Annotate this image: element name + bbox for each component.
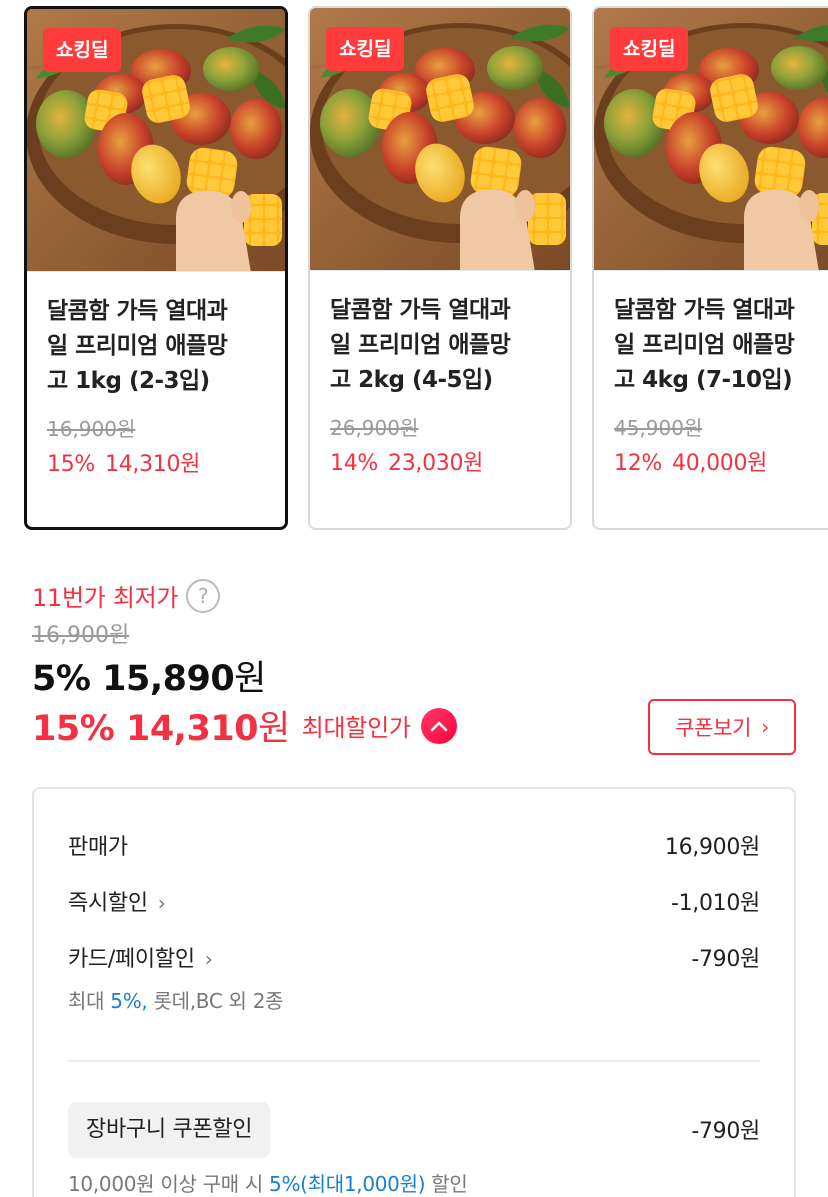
chevron-up-circle-icon[interactable] [420, 707, 457, 744]
currency-unit: 원 [234, 659, 266, 699]
cart-coupon-note: 10,000원 이상 구매 시 5%(최대1,000원) 할인 [68, 1168, 468, 1197]
chevron-right-icon: › [761, 715, 769, 739]
discount-rate: 14% [330, 451, 378, 476]
row-label: 즉시할인 [68, 891, 148, 916]
sale-price-value: 23,030원 [388, 451, 484, 476]
cart-coupon-chip[interactable]: 장바구니 쿠폰할인 [68, 1102, 271, 1158]
breakdown-row-instant-discount[interactable]: 즉시할인 › -1,010원 [68, 885, 760, 917]
max-discount-amount: 15% 14,310 [32, 709, 259, 749]
discounted-price: 5% 15,890원 [32, 650, 266, 701]
shocking-deal-badge: 쇼킹딜 [610, 27, 689, 71]
product-card-3[interactable]: 쇼킹딜 달콤함 가득 열대과 일 프리미엄 애플망 고 4kg (7-10입) … [592, 6, 828, 530]
product-name: 달콤함 가득 열대과 일 프리미엄 애플망 고 2kg (4-5입) [330, 297, 511, 393]
shocking-deal-badge: 쇼킹딜 [326, 27, 405, 71]
sale-price-value: 40,000원 [672, 451, 768, 476]
cart-note-suffix: 할인 [425, 1172, 468, 1196]
cart-note-highlight: 5%(최대1,000원) [269, 1172, 426, 1196]
row-amount: 16,900원 [664, 835, 760, 860]
original-price: 45,900원 [614, 416, 703, 440]
card-discount-note: 최대 5%, 롯데,BC 외 2종 [68, 985, 284, 1014]
original-price: 16,900원 [47, 417, 136, 441]
sale-price-value: 14,310원 [105, 452, 201, 477]
discount-rate: 12% [614, 451, 662, 476]
price-breakdown-panel: 판매가 16,900원 즉시할인 › -1,010원 카드/페이할인 › -790원… [32, 787, 796, 1197]
lowest-price-label: 11번가 최저가 ? [32, 578, 221, 613]
view-coupons-label: 쿠폰보기 [675, 716, 752, 740]
max-discount-value: 15% 14,310원 [32, 700, 290, 751]
breakdown-row-list-price: 판매가 16,900원 [68, 829, 760, 861]
sale-price: 14% 23,030원 [330, 445, 483, 477]
product-card-2[interactable]: 쇼킹딜 달콤함 가득 열대과 일 프리미엄 애플망 고 2kg (4-5입) 2… [308, 6, 572, 530]
row-amount: -1,010원 [670, 891, 760, 916]
list-price: 16,900원 [32, 623, 130, 648]
discount-rate: 15% [47, 452, 95, 477]
chevron-right-icon: › [204, 947, 213, 971]
sale-price: 12% 40,000원 [614, 445, 767, 477]
card-note-suffix: 롯데,BC 외 2종 [147, 989, 284, 1013]
chevron-right-icon: › [157, 891, 166, 915]
card-note-prefix: 최대 [68, 989, 111, 1013]
product-name: 달콤함 가득 열대과 일 프리미엄 애플망 고 4kg (7-10입) [614, 297, 795, 393]
product-name: 달콤함 가득 열대과 일 프리미엄 애플망 고 1kg (2-3입) [47, 298, 228, 394]
card-divider [310, 270, 570, 271]
max-discount-price: 15% 14,310원 최대할인가 [32, 700, 457, 751]
section-divider [68, 1060, 760, 1062]
row-amount: -790원 [691, 947, 760, 972]
card-divider [27, 271, 285, 272]
row-label: 카드/페이할인 [68, 947, 195, 972]
product-option-carousel[interactable]: 쇼킹딜 달콤함 가득 열대과 일 프리미엄 애플망 고 1kg (2-3입) 1… [0, 0, 828, 545]
original-price: 26,900원 [330, 416, 419, 440]
cart-coupon-amount-row: -790원 [691, 1113, 760, 1145]
shocking-deal-badge: 쇼킹딜 [43, 28, 122, 72]
cart-coupon-amount: -790원 [691, 1119, 760, 1144]
cart-note-prefix: 10,000원 이상 구매 시 [68, 1172, 270, 1196]
lowest-price-text: 11번가 최저가 [32, 584, 179, 612]
card-divider [594, 270, 828, 271]
currency-unit: 원 [258, 709, 290, 749]
sale-price: 15% 14,310원 [47, 446, 200, 478]
card-note-highlight: 5%, [110, 989, 148, 1013]
product-card-1[interactable]: 쇼킹딜 달콤함 가득 열대과 일 프리미엄 애플망 고 1kg (2-3입) 1… [24, 6, 288, 530]
breakdown-row-card-pay-discount[interactable]: 카드/페이할인 › -790원 [68, 941, 760, 973]
discounted-price-value: 5% 15,890 [32, 659, 235, 699]
view-coupons-button[interactable]: 쿠폰보기 › [648, 699, 796, 755]
row-label: 판매가 [68, 835, 128, 860]
max-discount-label: 최대할인가 [301, 714, 411, 742]
question-circle-icon[interactable]: ? [186, 578, 221, 613]
